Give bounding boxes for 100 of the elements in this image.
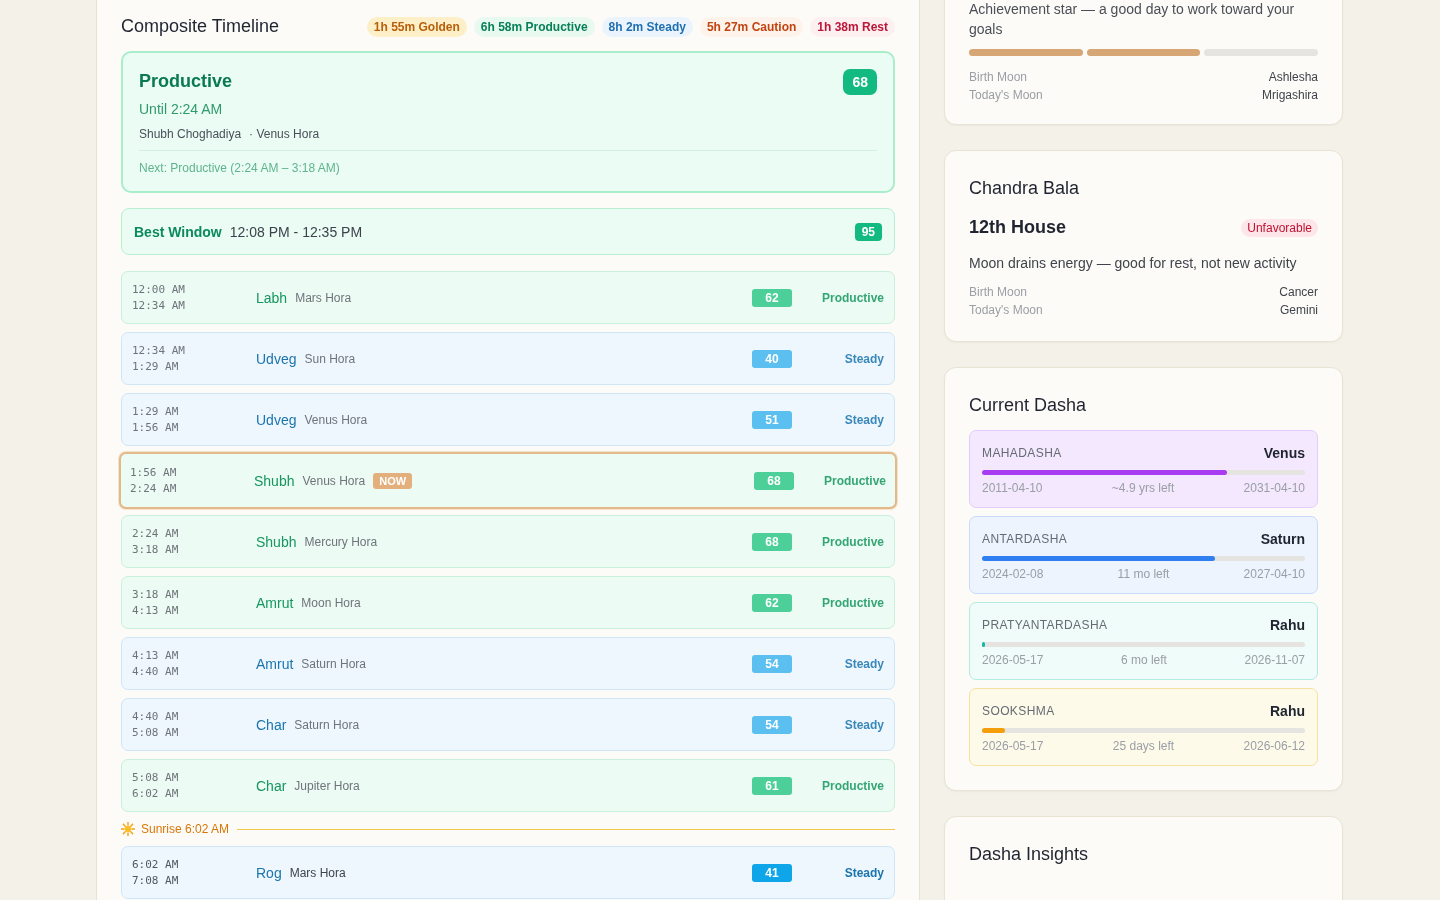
timeline-row[interactable]: 4:13 AM 4:40 AM Amrut Saturn Hora 54 Steady: [121, 637, 895, 690]
sunrise-label: Sunrise 6:02 AM: [141, 822, 230, 836]
time-left: 11 mo left: [1117, 567, 1170, 581]
time-left: 6 mo left: [1120, 653, 1167, 667]
end-date: 2026-06-12: [1243, 739, 1305, 753]
start-date: 2024-02-08: [982, 567, 1044, 581]
choghadiya-name: Amrut: [256, 655, 294, 672]
hora-label: Mars Hora: [289, 865, 346, 880]
quality-label: Productive: [821, 534, 884, 549]
start-time: 6:02 AM: [132, 856, 180, 873]
timeline-row[interactable]: 2:24 AM 3:18 AM Shubh Mercury Hora 68 Productive: [121, 515, 895, 568]
quality-label: Productive: [821, 595, 884, 610]
summary-chip: 6h 58m Productive: [473, 16, 595, 37]
choghadiya-name: Shubh: [254, 472, 295, 489]
end-time: 6:02 AM: [132, 785, 180, 802]
end-time: 3:18 AM: [132, 541, 180, 558]
score-label: 62: [752, 288, 792, 307]
score-label: 68: [752, 532, 792, 551]
end-time: 5:08 AM: [132, 724, 180, 741]
hora-label: Mars Hora: [295, 290, 352, 305]
score-label: 68: [754, 471, 794, 490]
choghadiya-name: Amrut: [256, 594, 294, 611]
summary-chip: 8h 2m Steady: [601, 16, 693, 37]
planet-name: Rahu: [1270, 617, 1305, 633]
hora-label: Mercury Hora: [304, 534, 378, 549]
choghadiya-name: Udveg: [256, 411, 297, 428]
info-value: Ashlesha: [1268, 70, 1318, 84]
hora-label: Moon Hora: [301, 595, 361, 610]
timeline-row[interactable]: 3:18 AM 4:13 AM Amrut Moon Hora 62 Productive: [121, 576, 895, 629]
hora-label: Venus Hora: [302, 473, 366, 488]
now-badge: NOW: [373, 472, 413, 489]
hora-label: Sun Hora: [304, 351, 356, 366]
score-label: 54: [752, 654, 792, 673]
start-date: 2026-05-17: [982, 739, 1044, 753]
start-time: 4:13 AM: [132, 647, 180, 664]
end-time: 1:29 AM: [132, 358, 180, 375]
info-label: Birth Moon: [969, 70, 1028, 84]
start-time: 4:40 AM: [132, 708, 180, 725]
choghadiya-name: Udveg: [256, 350, 297, 367]
quality-label: Steady: [843, 656, 884, 671]
timeline-row[interactable]: 4:40 AM 5:08 AM Char Saturn Hora 54 Steady: [121, 698, 895, 751]
end-date: 2031-04-10: [1243, 481, 1305, 495]
choghadiya-name: Shubh: [256, 533, 297, 550]
period-label: SOOKSHMA: [982, 704, 1055, 718]
start-time: 12:34 AM: [132, 342, 186, 359]
quality-label: Steady: [843, 865, 884, 880]
hora-label: Saturn Hora: [301, 656, 367, 671]
timeline-row[interactable]: 12:00 AM 12:34 AM Labh Mars Hora 62 Productive: [121, 271, 895, 324]
card-title: Chandra Bala: [969, 178, 1081, 199]
best-window-label: Best Window: [134, 223, 222, 240]
choghadiya-name: Rog: [256, 864, 282, 881]
score-label: 41: [752, 863, 792, 882]
planet-name: Venus: [1263, 445, 1305, 461]
end-time: 12:34 AM: [132, 297, 186, 314]
end-date: 2026-11-07: [1244, 653, 1305, 667]
period-label: PRATYANTARDASHA: [982, 618, 1108, 632]
card-title: Dasha Insights: [969, 844, 1090, 865]
card-title: Current Dasha: [969, 395, 1088, 416]
best-window-time: 12:08 PM - 12:35 PM: [229, 223, 364, 240]
timeline-row[interactable]: 6:02 AM 7:08 AM Rog Mars Hora 41 Steady: [121, 846, 895, 899]
info-label: Today's Moon: [969, 303, 1043, 317]
summary-chip: 1h 55m Golden: [366, 16, 467, 37]
quality-label: Productive: [821, 778, 884, 793]
info-label: Birth Moon: [969, 285, 1028, 299]
quality-label: Productive: [821, 290, 884, 305]
timeline-row[interactable]: 12:34 AM 1:29 AM Udveg Sun Hora 40 Steady: [121, 332, 895, 385]
start-time: 1:56 AM: [130, 464, 178, 481]
start-time: 5:08 AM: [132, 769, 180, 786]
start-time: 12:00 AM: [132, 281, 186, 298]
hora-label: Venus Hora: [304, 412, 368, 427]
end-date: 2027-04-10: [1243, 567, 1305, 581]
end-time: 2:24 AM: [130, 480, 178, 497]
info-value: Mrigashira: [1262, 88, 1318, 102]
end-time: 1:56 AM: [132, 419, 180, 436]
hora-label: · Venus Hora: [249, 127, 320, 141]
time-left: 25 days left: [1112, 739, 1175, 753]
period-title: Productive: [139, 71, 233, 92]
timeline-row[interactable]: 1:56 AM 2:24 AM Shubh Venus Hora NOW 68 Productive: [119, 452, 897, 509]
score-label: 40: [752, 349, 792, 368]
status-badge: Unfavorable: [1241, 218, 1318, 237]
planet-name: Rahu: [1270, 703, 1305, 719]
score-label: 54: [752, 715, 792, 734]
time-left: ~4.9 yrs left: [1111, 481, 1175, 495]
period-label: MAHADASHA: [982, 446, 1062, 460]
description-text: Achievement star — a good day to work toward your goals: [969, 0, 1296, 39]
choghadiya-name: Char: [256, 716, 287, 733]
start-time: 3:18 AM: [132, 586, 180, 603]
info-label: Today's Moon: [969, 88, 1043, 102]
score-label: 62: [752, 593, 792, 612]
info-value: Gemini: [1280, 303, 1318, 317]
timeline-row[interactable]: 1:29 AM 1:56 AM Udveg Venus Hora 51 Steady: [121, 393, 895, 446]
end-time: 4:40 AM: [132, 663, 180, 680]
start-date: 2011-04-10: [982, 481, 1043, 495]
end-time: 7:08 AM: [132, 872, 180, 889]
next-period-text: Next: Productive (2:24 AM – 3:18 AM): [139, 161, 341, 175]
timeline-row[interactable]: 5:08 AM 6:02 AM Char Jupiter Hora 61 Productive: [121, 759, 895, 812]
score-label: 61: [752, 776, 792, 795]
house-label: 12th House: [969, 217, 1067, 238]
description-text: Moon drains energy — good for rest, not new activity: [969, 255, 1298, 271]
sun-icon: [121, 822, 135, 836]
